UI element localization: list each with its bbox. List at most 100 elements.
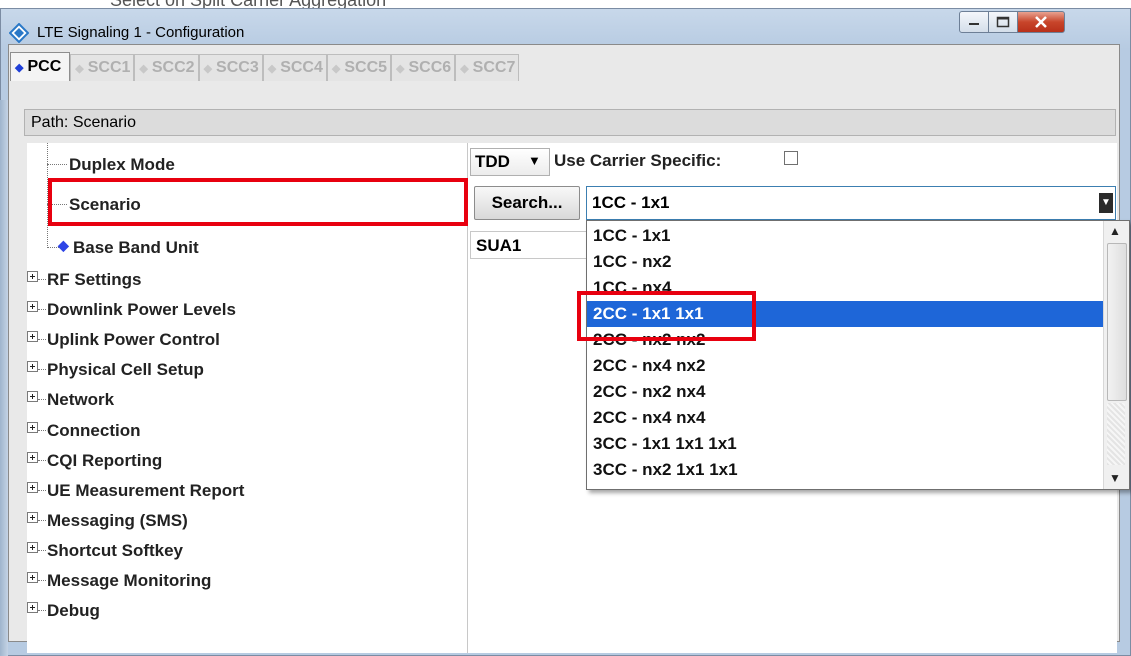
tree-node-rf-settings[interactable]: RF Settings <box>27 264 467 294</box>
expand-icon[interactable] <box>27 422 38 433</box>
tree-branch <box>38 309 46 310</box>
scrollbar-track[interactable] <box>1107 403 1125 465</box>
tree-item-duplex-mode[interactable]: Duplex Mode <box>27 149 467 179</box>
tree-branch <box>47 164 67 165</box>
chevron-down-icon: ▼ <box>528 153 541 168</box>
diamond-icon: ◆ <box>75 62 84 75</box>
expand-icon[interactable] <box>27 301 38 312</box>
tab-scc5[interactable]: ◆ SCC5 <box>326 54 392 81</box>
duplex-mode-select[interactable]: TDD ▼ <box>470 148 550 176</box>
tree-branch <box>38 520 46 521</box>
dropdown-option[interactable]: 1CC - nx2 <box>587 249 1105 275</box>
diamond-icon: ◆ <box>203 62 213 75</box>
tab-label: SCC5 <box>344 59 388 76</box>
tree-item-scenario[interactable]: Scenario <box>27 189 467 219</box>
expand-icon[interactable] <box>27 482 38 493</box>
maximize-button[interactable] <box>988 11 1018 33</box>
scroll-down-icon[interactable]: ▼ <box>1109 471 1121 485</box>
expand-icon[interactable] <box>27 572 38 583</box>
tree-node-connection[interactable]: Connection <box>27 415 467 445</box>
tree-item-label: UE Measurement Report <box>47 481 245 500</box>
dropdown-option[interactable]: 1CC - 1x1 <box>587 223 1105 249</box>
tree-item-label: Base Band Unit <box>73 238 199 257</box>
tree-branch <box>38 399 46 400</box>
close-button[interactable] <box>1017 11 1065 33</box>
dropdown-option[interactable]: 1CC - nx4 <box>587 275 1105 301</box>
tree-node-downlink-power-levels[interactable]: Downlink Power Levels <box>27 294 467 324</box>
diamond-icon: ◆ <box>15 61 24 74</box>
carrier-specific-checkbox[interactable] <box>784 151 798 165</box>
app-icon <box>9 23 29 43</box>
tree-branch <box>38 339 46 340</box>
tree-branch <box>47 204 67 205</box>
tree-item-label: Uplink Power Control <box>47 330 220 349</box>
expand-icon[interactable] <box>27 452 38 463</box>
dropdown-scrollbar[interactable]: ▲ ▼ <box>1103 221 1129 489</box>
tree-node-cqi-reporting[interactable]: CQI Reporting <box>27 445 467 475</box>
tab-scc3[interactable]: ◆ SCC3 <box>198 54 263 81</box>
scrollbar-thumb[interactable] <box>1107 243 1127 401</box>
tree-branch <box>38 490 46 491</box>
tree-branch <box>38 430 46 431</box>
tree-node-debug[interactable]: Debug <box>27 595 467 625</box>
tab-label: SCC7 <box>472 59 516 76</box>
dropdown-option[interactable]: 2CC - nx2 nx4 <box>587 379 1105 405</box>
tree-item-base-band-unit[interactable]: ◆ Base Band Unit <box>27 232 467 262</box>
tab-scc6[interactable]: ◆ SCC6 <box>391 54 456 81</box>
dropdown-option-selected[interactable]: 2CC - 1x1 1x1 <box>587 301 1105 327</box>
tree-node-shortcut-softkey[interactable]: Shortcut Softkey <box>27 535 467 565</box>
expand-icon[interactable] <box>27 512 38 523</box>
minimize-icon <box>969 23 979 25</box>
expand-icon[interactable] <box>27 361 38 372</box>
tree-item-label: Network <box>47 390 115 409</box>
expand-icon[interactable] <box>27 391 38 402</box>
tab-scc1[interactable]: ◆ SCC1 <box>70 54 135 81</box>
tree-node-uplink-power-control[interactable]: Uplink Power Control <box>27 324 467 354</box>
dropdown-option[interactable]: 3CC - 1x1 1x1 1x1 <box>587 431 1105 457</box>
tab-label: SCC4 <box>280 59 323 76</box>
dropdown-option[interactable]: 2CC - nx2 nx2 <box>587 327 1105 353</box>
tree-node-message-monitoring[interactable]: Message Monitoring <box>27 565 467 595</box>
tree-node-messaging-sms[interactable]: Messaging (SMS) <box>27 505 467 535</box>
scroll-up-icon[interactable]: ▲ <box>1109 224 1121 238</box>
duplex-mode-value: TDD <box>475 152 510 171</box>
tree-branch <box>38 279 46 280</box>
tab-pcc[interactable]: ◆ PCC <box>10 52 71 81</box>
carrier-specific-label: Use Carrier Specific: <box>554 151 722 170</box>
close-icon <box>1035 16 1047 28</box>
tab-label: SCC6 <box>408 59 452 76</box>
tree-node-network[interactable]: Network <box>27 384 467 414</box>
tree-branch <box>38 460 46 461</box>
dropdown-option[interactable]: 3CC - nx2 1x1 1x1 <box>587 457 1105 483</box>
tab-scc2[interactable]: ◆ SCC2 <box>134 54 199 81</box>
tab-scc7[interactable]: ◆ SCC7 <box>455 54 520 81</box>
tree-item-label: Messaging (SMS) <box>47 511 188 530</box>
settings-tree: Duplex Mode Scenario ◆ Base Band Unit RF… <box>27 143 467 653</box>
chevron-down-icon[interactable]: ▼ <box>1099 193 1113 213</box>
expand-icon[interactable] <box>27 542 38 553</box>
scenario-dropdown-list: 1CC - 1x1 1CC - nx2 1CC - nx4 2CC - 1x1 … <box>586 220 1130 490</box>
maximize-icon <box>996 16 1010 28</box>
expand-icon[interactable] <box>27 271 38 282</box>
tab-label: SCC2 <box>151 59 195 76</box>
base-band-unit-field[interactable]: SUA1 <box>470 231 588 259</box>
diamond-icon: ◆ <box>267 62 277 75</box>
diamond-icon: ◆ <box>139 62 148 75</box>
tree-node-physical-cell-setup[interactable]: Physical Cell Setup <box>27 354 467 384</box>
tab-scc4[interactable]: ◆ SCC4 <box>262 54 327 81</box>
tree-branch <box>38 610 46 611</box>
search-button[interactable]: Search... <box>474 186 580 220</box>
tree-node-ue-measurement-report[interactable]: UE Measurement Report <box>27 475 467 505</box>
scenario-select[interactable]: 1CC - 1x1 ▼ <box>586 186 1116 220</box>
expand-icon[interactable] <box>27 331 38 342</box>
tab-label: SCC3 <box>216 59 259 76</box>
dropdown-option[interactable]: 2CC - nx4 nx4 <box>587 405 1105 431</box>
tree-item-label: Physical Cell Setup <box>47 360 204 379</box>
tree-item-label: CQI Reporting <box>47 451 163 470</box>
tree-item-label: RF Settings <box>47 270 142 289</box>
tree-branch <box>38 550 46 551</box>
dropdown-option[interactable]: 2CC - nx4 nx2 <box>587 353 1105 379</box>
minimize-button[interactable] <box>959 11 989 33</box>
path-bar: Path: Scenario <box>24 109 1116 136</box>
expand-icon[interactable] <box>27 602 38 613</box>
